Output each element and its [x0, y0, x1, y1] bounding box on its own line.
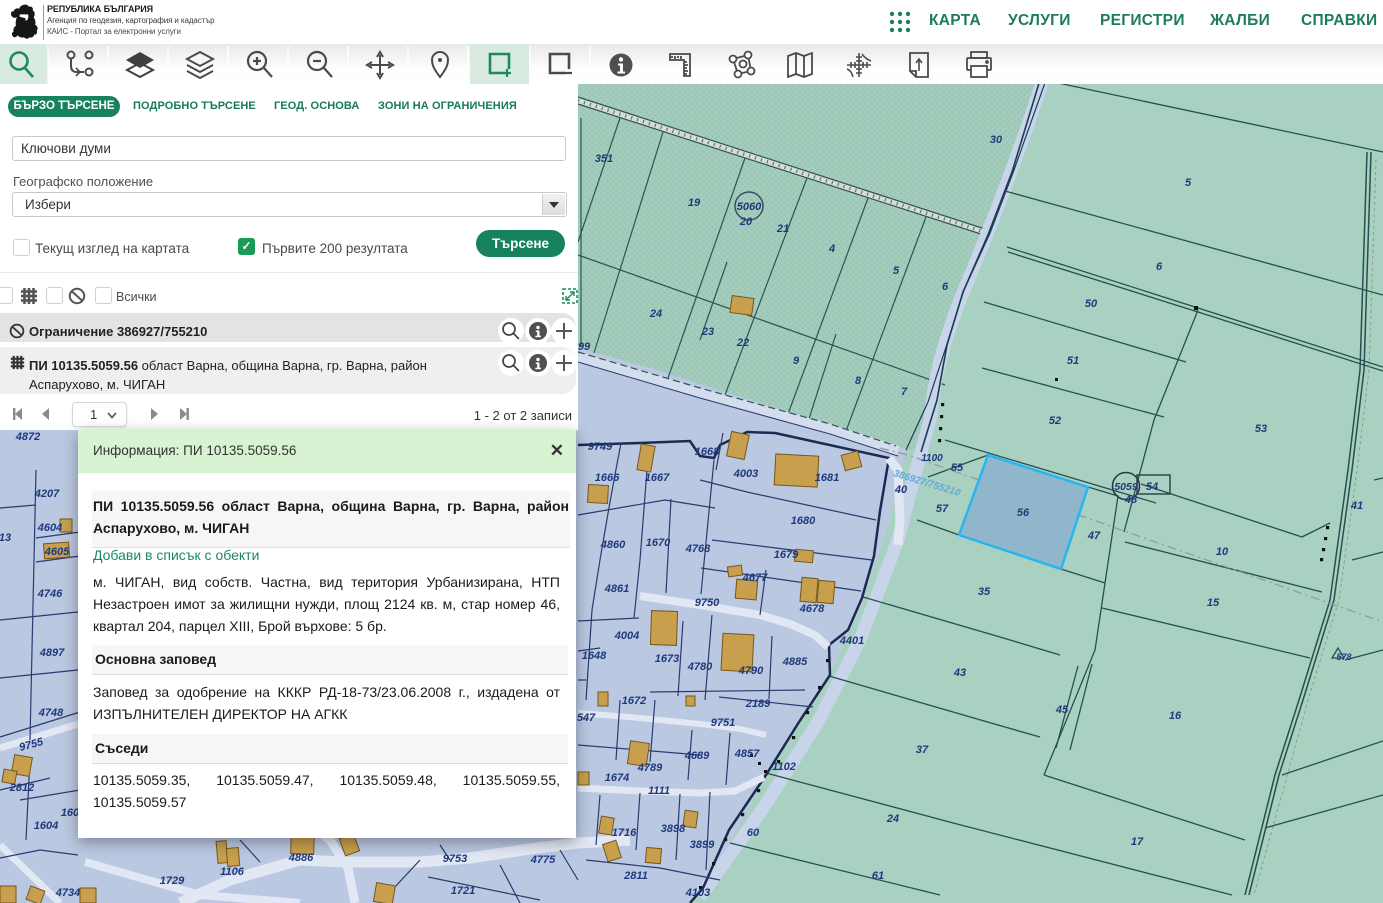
svg-text:4207: 4207 — [34, 488, 60, 500]
svg-text:7: 7 — [901, 386, 908, 398]
svg-text:4857: 4857 — [734, 748, 760, 760]
svg-text:61: 61 — [872, 870, 884, 882]
svg-text:57: 57 — [936, 503, 949, 515]
svg-text:4790: 4790 — [738, 665, 764, 677]
svg-text:13: 13 — [0, 532, 11, 544]
svg-text:1102: 1102 — [772, 761, 796, 773]
svg-text:4768: 4768 — [685, 543, 711, 555]
svg-text:1680: 1680 — [791, 515, 816, 527]
svg-text:1716: 1716 — [612, 827, 637, 839]
svg-text:4897: 4897 — [39, 647, 65, 659]
svg-text:4103: 4103 — [685, 887, 710, 899]
svg-text:35: 35 — [978, 586, 991, 598]
svg-text:1106: 1106 — [220, 866, 245, 878]
svg-text:4780: 4780 — [687, 661, 713, 673]
svg-text:4003: 4003 — [733, 468, 758, 480]
svg-text:4746: 4746 — [37, 588, 63, 600]
svg-text:1648: 1648 — [582, 650, 607, 662]
svg-text:4789: 4789 — [637, 762, 663, 774]
svg-text:4677: 4677 — [742, 572, 768, 584]
svg-text:4885: 4885 — [782, 656, 808, 668]
svg-text:48: 48 — [1124, 494, 1138, 506]
svg-text:1729: 1729 — [160, 875, 185, 887]
svg-text:4678: 4678 — [799, 603, 825, 615]
svg-text:40: 40 — [894, 484, 908, 496]
svg-text:60: 60 — [747, 827, 760, 839]
svg-text:1674: 1674 — [605, 772, 629, 784]
svg-text:24: 24 — [886, 813, 899, 825]
svg-text:9: 9 — [793, 355, 800, 367]
svg-text:30: 30 — [990, 134, 1003, 146]
svg-text:43: 43 — [953, 667, 966, 679]
svg-text:37: 37 — [916, 744, 929, 756]
svg-text:9749: 9749 — [588, 441, 613, 453]
svg-text:6: 6 — [1156, 261, 1163, 273]
svg-text:4748: 4748 — [38, 707, 64, 719]
svg-text:9753: 9753 — [443, 853, 467, 865]
svg-text:4689: 4689 — [684, 750, 710, 762]
svg-text:5: 5 — [1185, 177, 1192, 189]
svg-text:9751: 9751 — [711, 717, 735, 729]
svg-text:1100: 1100 — [921, 453, 943, 464]
svg-text:547: 547 — [577, 712, 596, 724]
svg-text:15: 15 — [1207, 597, 1220, 609]
svg-text:55: 55 — [951, 462, 964, 474]
svg-text:1681: 1681 — [815, 472, 839, 484]
svg-text:20: 20 — [739, 216, 753, 228]
svg-text:51: 51 — [1067, 355, 1079, 367]
svg-text:1668: 1668 — [695, 446, 720, 458]
svg-text:1670: 1670 — [646, 537, 671, 549]
svg-text:47: 47 — [1087, 530, 1101, 542]
svg-text:24: 24 — [649, 308, 662, 320]
svg-text:4886: 4886 — [288, 852, 314, 864]
svg-text:3899: 3899 — [690, 839, 715, 851]
svg-text:19: 19 — [688, 197, 701, 209]
svg-text:8: 8 — [855, 375, 862, 387]
svg-text:9750: 9750 — [695, 597, 720, 609]
svg-text:52: 52 — [1049, 415, 1061, 427]
svg-text:1604: 1604 — [34, 820, 58, 832]
svg-text:4004: 4004 — [614, 630, 639, 642]
svg-text:4861: 4861 — [604, 583, 629, 595]
svg-text:5060: 5060 — [737, 201, 762, 213]
svg-text:5059: 5059 — [1114, 481, 1138, 493]
svg-text:53: 53 — [1255, 423, 1267, 435]
svg-text:1721: 1721 — [451, 885, 475, 897]
svg-text:351: 351 — [595, 153, 613, 165]
svg-text:1111: 1111 — [648, 785, 670, 797]
svg-text:1667: 1667 — [645, 472, 670, 484]
svg-text:21: 21 — [776, 223, 789, 235]
svg-text:1679: 1679 — [774, 549, 799, 561]
svg-text:2189: 2189 — [745, 698, 771, 710]
svg-text:23: 23 — [701, 326, 714, 338]
svg-text:50: 50 — [1085, 298, 1098, 310]
svg-text:41: 41 — [1350, 500, 1363, 512]
svg-text:4: 4 — [828, 243, 835, 255]
svg-text:4872: 4872 — [15, 431, 40, 443]
svg-text:16: 16 — [1169, 710, 1182, 722]
svg-text:10: 10 — [1216, 546, 1229, 558]
svg-text:4775: 4775 — [530, 854, 556, 866]
svg-text:45: 45 — [1055, 704, 1069, 716]
svg-text:578: 578 — [1336, 652, 1351, 662]
svg-text:2812: 2812 — [9, 782, 34, 794]
svg-text:3898: 3898 — [661, 823, 686, 835]
svg-text:54: 54 — [1146, 481, 1158, 493]
svg-text:4605: 4605 — [44, 546, 70, 558]
svg-text:1673: 1673 — [655, 653, 679, 665]
svg-text:4604: 4604 — [37, 522, 62, 534]
svg-text:17: 17 — [1131, 836, 1144, 848]
svg-text:1672: 1672 — [622, 695, 646, 707]
svg-text:4734: 4734 — [55, 887, 80, 899]
svg-text:22: 22 — [736, 337, 749, 349]
svg-text:4401: 4401 — [839, 635, 864, 647]
svg-text:6: 6 — [942, 281, 949, 293]
svg-text:4860: 4860 — [600, 539, 626, 551]
svg-text:5: 5 — [893, 265, 900, 277]
svg-text:56: 56 — [1017, 507, 1030, 519]
svg-text:2811: 2811 — [623, 870, 648, 882]
svg-text:1666: 1666 — [595, 472, 620, 484]
